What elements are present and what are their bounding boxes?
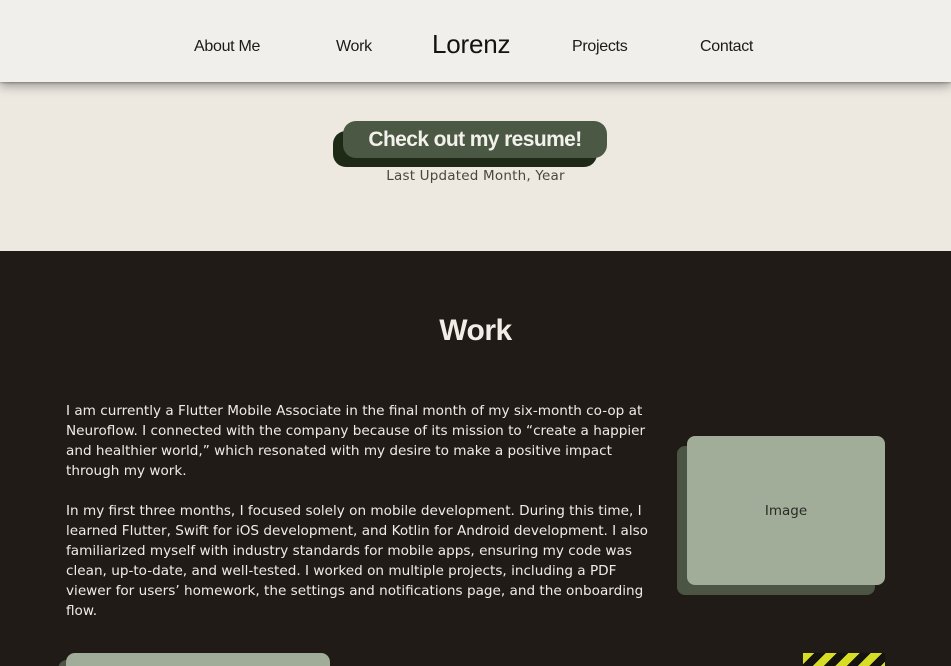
- image-placeholder: Image: [687, 436, 885, 585]
- hazard-stripe-banner: [803, 653, 885, 666]
- work-description: I am currently a Flutter Mobile Associat…: [66, 401, 651, 641]
- work-paragraph: I am currently a Flutter Mobile Associat…: [66, 403, 646, 479]
- work-paragraph: In my first three months, I focused sole…: [66, 503, 649, 619]
- image-placeholder-label: Image: [764, 502, 808, 519]
- top-navbar: About Me Work Lorenz Projects Contact: [0, 0, 951, 82]
- work-section-title: Work: [439, 314, 512, 347]
- nav-link-about-me[interactable]: About Me: [194, 38, 260, 56]
- next-card: [66, 653, 330, 666]
- site-brand-logo[interactable]: Lorenz: [432, 29, 511, 60]
- resume-last-updated: Last Updated Month, Year: [386, 168, 565, 184]
- nav-link-work[interactable]: Work: [336, 38, 372, 56]
- nav-link-projects[interactable]: Projects: [572, 38, 628, 56]
- resume-button[interactable]: Check out my resume!: [343, 121, 607, 158]
- nav-link-contact[interactable]: Contact: [700, 38, 753, 56]
